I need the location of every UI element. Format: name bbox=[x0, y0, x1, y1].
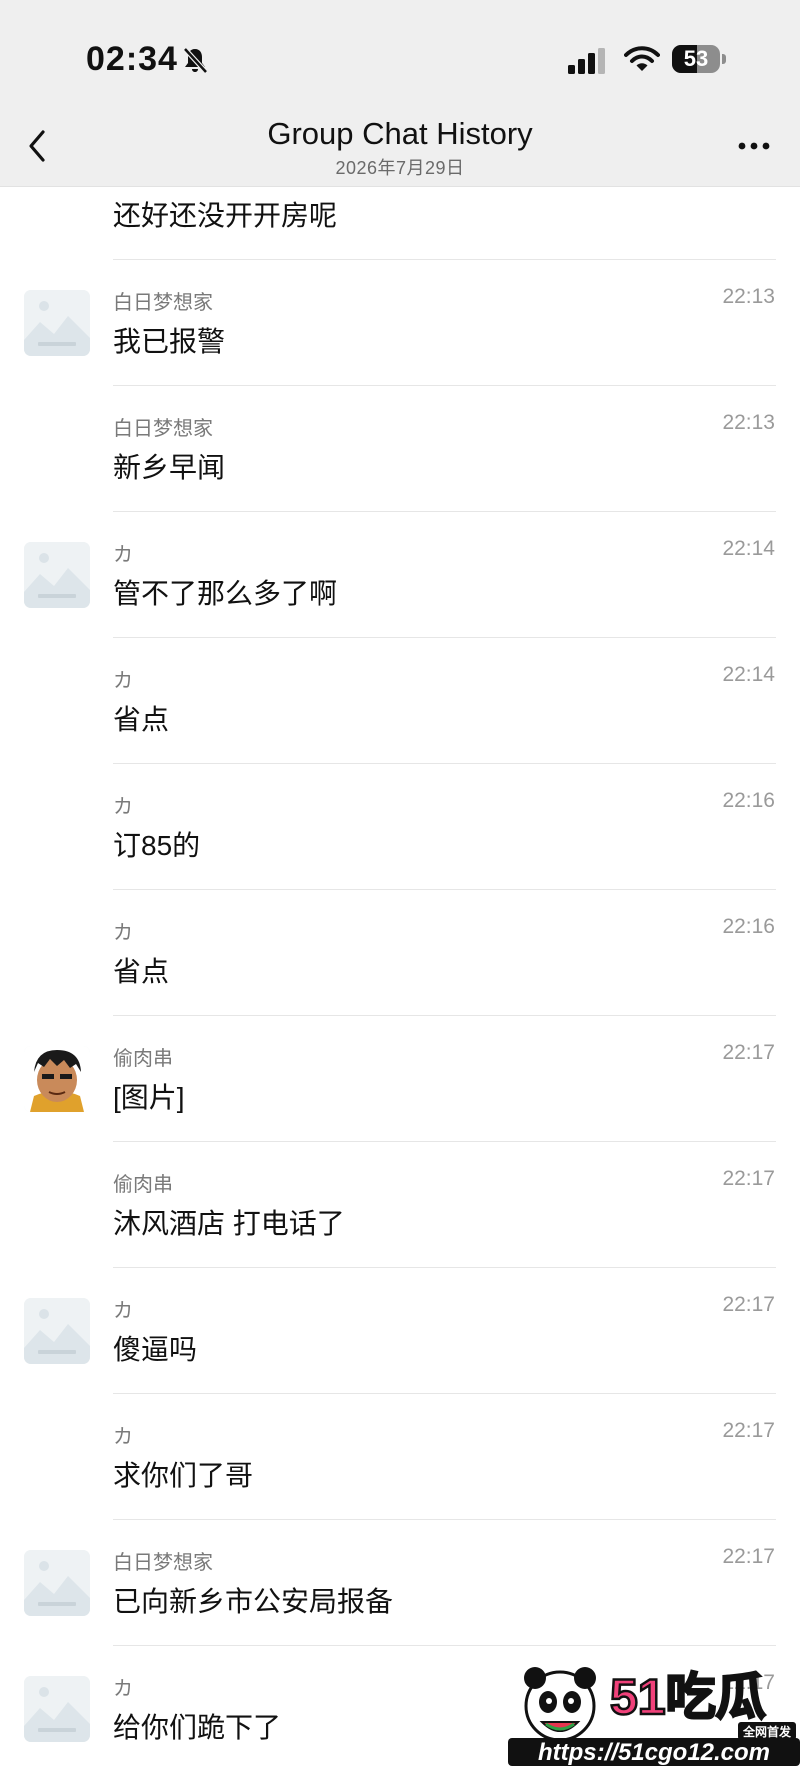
message-text: 还好还没开开房呢 bbox=[113, 200, 338, 231]
page-title: Group Chat History bbox=[267, 116, 533, 151]
avatar[interactable] bbox=[24, 1550, 90, 1616]
message-text: 给你们跪下了 bbox=[113, 1712, 282, 1743]
message-time: 22:17 bbox=[722, 1419, 775, 1442]
message-time: 22:17 bbox=[722, 1041, 775, 1064]
message-row[interactable]: 白日梦想家 22:17 已向新乡市公安局报备 bbox=[0, 1504, 800, 1646]
message-text: 求你们了哥 bbox=[113, 1460, 254, 1491]
sender-name: カ bbox=[113, 186, 133, 189]
message-row[interactable]: 白日梦想家 22:13 新乡早闻 bbox=[0, 370, 800, 512]
message-text: 订85的 bbox=[113, 830, 201, 861]
sender-name: カ bbox=[113, 670, 133, 692]
cartoon-face-icon bbox=[24, 1046, 90, 1112]
message-text: [图片] bbox=[113, 1082, 185, 1113]
message-row[interactable]: カ 22:16 订85的 bbox=[0, 748, 800, 890]
sender-name: 白日梦想家 bbox=[113, 418, 213, 440]
back-chevron-icon[interactable] bbox=[22, 126, 52, 166]
message-time: 22:17 bbox=[722, 1545, 775, 1568]
message-text: 新乡早闻 bbox=[113, 452, 226, 483]
avatar[interactable] bbox=[24, 542, 90, 608]
sender-name: 白日梦想家 bbox=[113, 292, 213, 314]
avatar[interactable] bbox=[24, 1046, 90, 1112]
message-row[interactable]: 白日梦想家 22:13 我已报警 bbox=[0, 244, 800, 386]
message-list[interactable]: カ22:13还好还没开开房呢白日梦想家22:13我已报警白日梦想家22:13新乡… bbox=[0, 186, 800, 1766]
watermark-url: https://51cgo12.com bbox=[538, 1739, 770, 1766]
sender-name: カ bbox=[113, 544, 133, 566]
placeholder-image-icon bbox=[24, 1676, 90, 1742]
placeholder-image-icon bbox=[24, 1550, 90, 1616]
avatar[interactable] bbox=[24, 290, 90, 356]
sender-name: カ bbox=[113, 796, 133, 818]
chat-history-screen: 02:34 53 Group Chat History 2026年7月29日 还… bbox=[0, 0, 800, 1766]
status-time: 02:34 bbox=[86, 40, 178, 78]
message-time: 22:14 bbox=[722, 537, 775, 560]
sender-name: 偷肉串 bbox=[113, 1048, 173, 1070]
sender-name: カ bbox=[113, 1678, 133, 1700]
sender-name: カ bbox=[113, 1300, 133, 1322]
avatar[interactable] bbox=[24, 1298, 90, 1364]
message-time: 22:14 bbox=[722, 663, 775, 686]
watermark-logo: 51吃瓜 全网首发 https://51cgo12.com bbox=[508, 1667, 800, 1766]
message-text: 我已报警 bbox=[113, 326, 226, 357]
sender-name: カ bbox=[113, 922, 133, 944]
panda-mascot-icon bbox=[524, 1667, 596, 1742]
message-row[interactable]: 偷肉串 22:17 沐风酒店 打电话了 bbox=[0, 1126, 800, 1268]
message-row[interactable]: 偷肉串 22:17 [图片] bbox=[0, 1000, 800, 1142]
placeholder-image-icon bbox=[24, 1298, 90, 1364]
battery-cap bbox=[722, 54, 726, 64]
status-bar: 02:34 53 bbox=[0, 0, 800, 110]
message-row[interactable]: カ 22:14 管不了那么多了啊 bbox=[0, 496, 800, 638]
message-text: 傻逼吗 bbox=[113, 1334, 198, 1365]
wifi-icon bbox=[624, 46, 660, 71]
message-text: 省点 bbox=[113, 704, 170, 735]
sender-name: 偷肉串 bbox=[113, 1174, 173, 1196]
message-row[interactable]: カ 22:14 省点 bbox=[0, 622, 800, 764]
watermark-badge: 全网首发 bbox=[742, 1724, 792, 1739]
sender-name: 白日梦想家 bbox=[113, 1552, 213, 1574]
sender-name: カ bbox=[113, 1426, 133, 1448]
message-text: 已向新乡市公安局报备 bbox=[113, 1586, 394, 1617]
message-row[interactable]: カ22:13还好还没开开房呢 bbox=[0, 186, 800, 260]
bell-slash-icon bbox=[183, 47, 208, 74]
message-row[interactable]: カ 22:16 省点 bbox=[0, 874, 800, 1016]
battery-level: 53 bbox=[683, 46, 709, 71]
message-time: 22:16 bbox=[722, 789, 775, 812]
placeholder-image-icon bbox=[24, 290, 90, 356]
chat-date: 2026年7月29日 bbox=[335, 158, 465, 178]
cellular-signal-icon bbox=[568, 48, 605, 74]
battery-body: 53 bbox=[672, 45, 720, 73]
message-row[interactable]: カ 22:17 傻逼吗 bbox=[0, 1252, 800, 1394]
message-time: 22:17 bbox=[722, 1293, 775, 1316]
message-time: 22:13 bbox=[722, 411, 775, 434]
avatar[interactable] bbox=[24, 1676, 90, 1742]
message-text: 沐风酒店 打电话了 bbox=[113, 1208, 345, 1239]
message-time: 22:13 bbox=[722, 285, 775, 308]
battery-indicator: 53 bbox=[672, 45, 726, 73]
more-options-icon[interactable] bbox=[734, 134, 774, 158]
message-text: 管不了那么多了啊 bbox=[113, 578, 338, 609]
message-row[interactable]: カ 22:17 求你们了哥 bbox=[0, 1378, 800, 1520]
nav-bar: Group Chat History 2026年7月29日 bbox=[0, 110, 800, 187]
placeholder-image-icon bbox=[24, 542, 90, 608]
watermark-brand: 51吃瓜 bbox=[610, 1669, 766, 1725]
message-time: 22:17 bbox=[722, 1167, 775, 1190]
message-text: 省点 bbox=[113, 956, 170, 987]
message-time: 22:16 bbox=[722, 915, 775, 938]
